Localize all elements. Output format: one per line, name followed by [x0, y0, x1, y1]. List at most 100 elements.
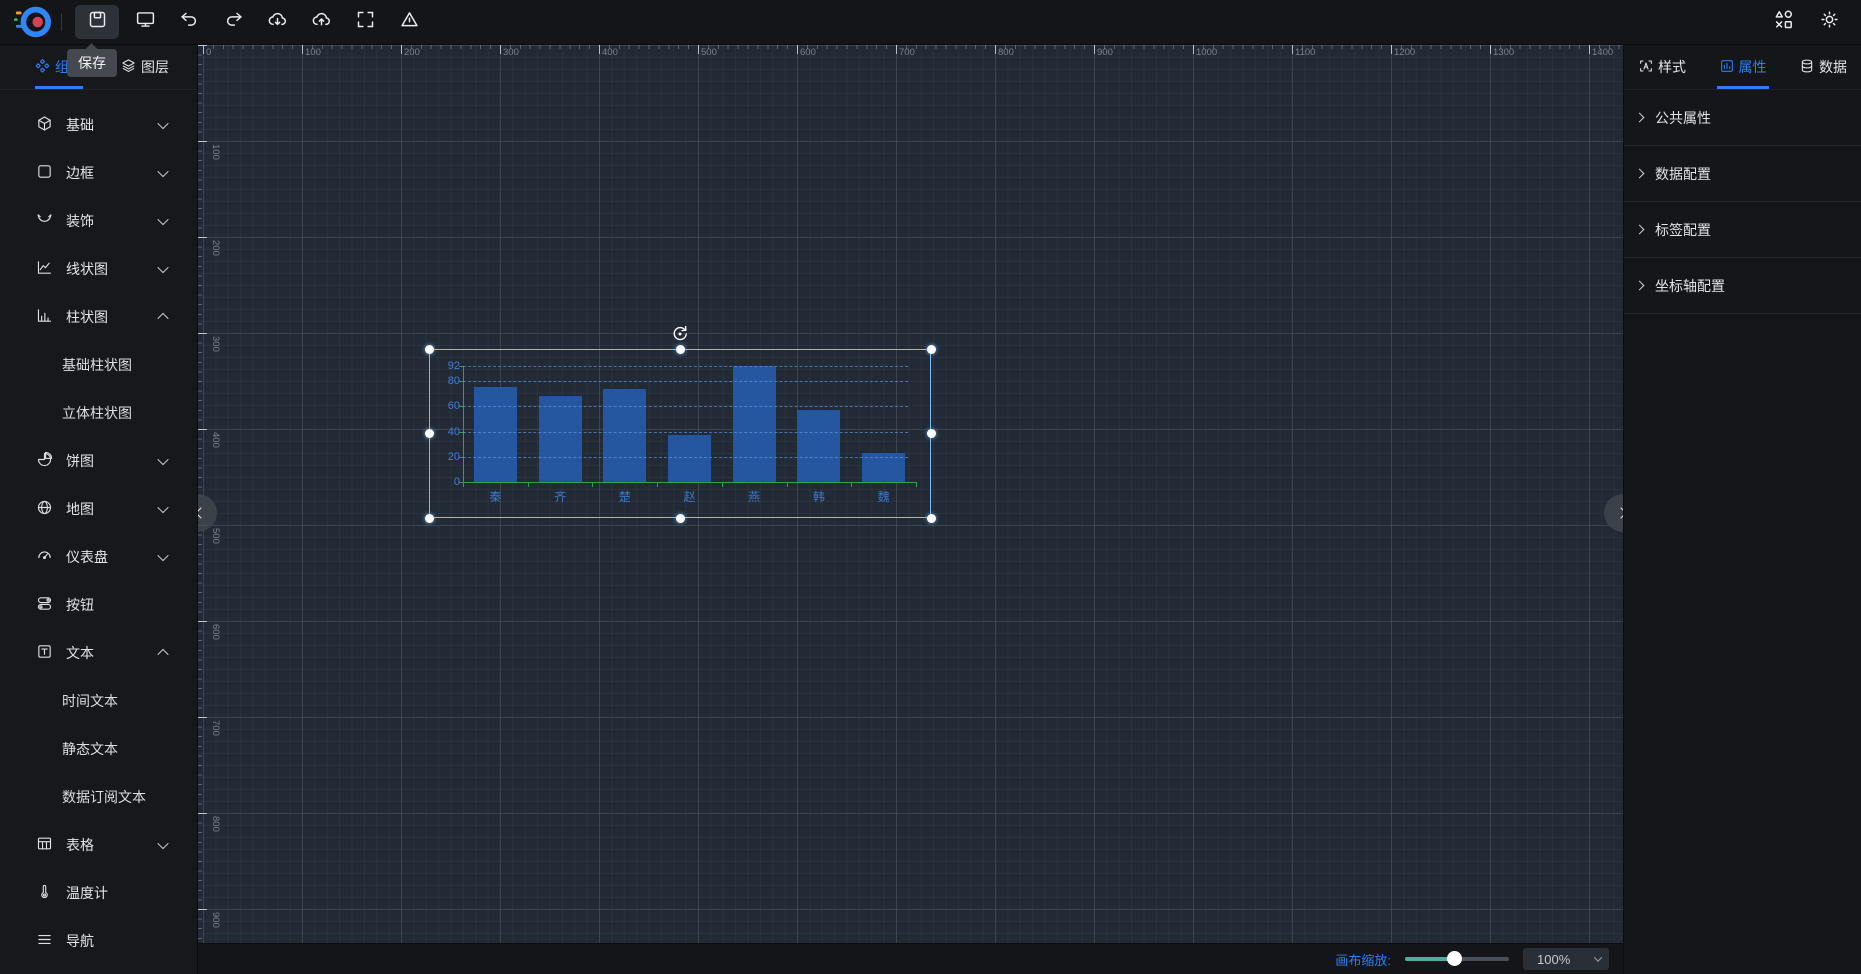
thermometer-icon: [36, 883, 53, 903]
sidebar-item-label: 装饰: [66, 211, 94, 231]
fullscreen-button[interactable]: [347, 5, 383, 39]
zoom-slider[interactable]: [1405, 952, 1509, 966]
theme-toggle-button[interactable]: [1811, 5, 1847, 39]
warning-button[interactable]: [391, 5, 427, 39]
chevron-down-icon: [157, 214, 168, 225]
save-button[interactable]: [75, 5, 119, 39]
tab-attributes[interactable]: 属性: [1719, 45, 1767, 89]
sidebar-item-label: 仪表盘: [66, 547, 108, 567]
tab-data[interactable]: 数据: [1799, 45, 1847, 89]
toolbar-right: [1765, 5, 1861, 39]
panel-section-label: 公共属性: [1655, 108, 1711, 128]
chevron-down-icon: [157, 502, 168, 513]
sidebar-item-label: 地图: [66, 499, 94, 519]
gauge-icon: [36, 547, 53, 567]
line-chart-icon: [36, 259, 53, 279]
sidebar-item-label: 温度计: [66, 883, 108, 903]
components-manage-button[interactable]: [1765, 5, 1801, 39]
sidebar-item-5[interactable]: 饼图: [0, 437, 197, 485]
tab-label: 样式: [1658, 57, 1686, 77]
selection-handle[interactable]: [425, 514, 434, 523]
sidebar-item-label: 按钮: [66, 595, 94, 615]
preview-button[interactable]: [127, 5, 163, 39]
sidebar-item-10[interactable]: 表格: [0, 821, 197, 869]
sidebar-item-3[interactable]: 线状图: [0, 245, 197, 293]
layers-icon: [121, 58, 136, 76]
panel-section-label: 数据配置: [1655, 164, 1711, 184]
alert-triangle-icon: [399, 9, 420, 35]
decoration-icon: [36, 211, 53, 231]
sidebar-subitem-9-0[interactable]: 时间文本: [0, 677, 197, 725]
chevron-down-icon: [157, 262, 168, 273]
canvas-zoom-label: 画布缩放:: [1335, 950, 1391, 969]
sidebar-tab-layers[interactable]: 图层: [121, 45, 169, 89]
sidebar-item-11[interactable]: 温度计: [0, 869, 197, 917]
app-window: 保存 组件 图层 基础边框装饰线状图柱状图基础柱状图立体柱状图饼图地图仪表盘按钮…: [0, 0, 1861, 974]
import-button[interactable]: [259, 5, 295, 39]
map-icon: [36, 499, 53, 519]
canvas-footer: 画布缩放: 100%: [198, 943, 1623, 974]
zoom-slider-thumb[interactable]: [1447, 951, 1462, 966]
zoom-percent-value: 100%: [1537, 952, 1570, 967]
panel-section-2[interactable]: 标签配置: [1624, 202, 1861, 258]
selection-handle[interactable]: [927, 345, 936, 354]
panel-section-1[interactable]: 数据配置: [1624, 146, 1861, 202]
attribute-tab-icon: [1719, 58, 1735, 77]
sidebar-item-0[interactable]: 基础: [0, 101, 197, 149]
table-icon: [36, 835, 53, 855]
chevron-left-icon: [198, 507, 207, 518]
panel-section-list: 公共属性数据配置标签配置坐标轴配置: [1624, 90, 1861, 314]
sidebar-item-label: 边框: [66, 163, 94, 183]
selection-handle[interactable]: [676, 345, 685, 354]
panel-section-0[interactable]: 公共属性: [1624, 90, 1861, 146]
sidebar-item-label: 线状图: [66, 259, 108, 279]
tab-style[interactable]: 样式: [1638, 45, 1686, 89]
undo-button[interactable]: [171, 5, 207, 39]
chevron-right-icon: [1635, 113, 1645, 123]
components-icon: [35, 58, 50, 76]
button-icon: [36, 595, 53, 615]
selection-handle[interactable]: [676, 514, 685, 523]
sidebar-subitem-4-0[interactable]: 基础柱状图: [0, 341, 197, 389]
chevron-right-icon: [1615, 507, 1623, 518]
sidebar-tab-label: 图层: [141, 57, 169, 77]
selection-handle[interactable]: [425, 345, 434, 354]
sidebar-item-label: 导航: [66, 931, 94, 951]
sidebar-item-1[interactable]: 边框: [0, 149, 197, 197]
chevron-down-icon: [157, 166, 168, 177]
sidebar-item-2[interactable]: 装饰: [0, 197, 197, 245]
export-button[interactable]: [303, 5, 339, 39]
cloud-upload-icon: [311, 9, 332, 35]
sidebar-subitem-9-1[interactable]: 静态文本: [0, 725, 197, 773]
sidebar-item-list: 基础边框装饰线状图柱状图基础柱状图立体柱状图饼图地图仪表盘按钮文本时间文本静态文…: [0, 90, 197, 965]
preview-monitor-icon: [135, 9, 156, 35]
sidebar-item-8[interactable]: 按钮: [0, 581, 197, 629]
chevron-right-icon: [1635, 225, 1645, 235]
save-tooltip: 保存: [67, 49, 117, 77]
sidebar-item-12[interactable]: 导航: [0, 917, 197, 965]
pie-chart-icon: [36, 451, 53, 471]
sidebar-item-9[interactable]: 文本: [0, 629, 197, 677]
selection-handle[interactable]: [425, 429, 434, 438]
chevron-down-icon: [157, 454, 168, 465]
sidebar-item-7[interactable]: 仪表盘: [0, 533, 197, 581]
sidebar-item-4[interactable]: 柱状图: [0, 293, 197, 341]
panel-section-3[interactable]: 坐标轴配置: [1624, 258, 1861, 314]
panel-section-label: 标签配置: [1655, 220, 1711, 240]
canvas-area: 0100200300400500600700800900100011001200…: [198, 45, 1623, 943]
rotate-handle-icon[interactable]: [670, 324, 690, 344]
redo-icon: [223, 9, 244, 35]
sidebar-item-label: 表格: [66, 835, 94, 855]
selection-box[interactable]: [429, 349, 931, 518]
panel-tabs: 样式 属性 数据: [1624, 45, 1861, 90]
chevron-down-icon: [157, 838, 168, 849]
right-panel: 样式 属性 数据 公共属性数据配置标签配置坐标轴配置: [1623, 45, 1861, 974]
sidebar-subitem-4-1[interactable]: 立体柱状图: [0, 389, 197, 437]
redo-button[interactable]: [215, 5, 251, 39]
selection-handle[interactable]: [927, 429, 936, 438]
sidebar-item-6[interactable]: 地图: [0, 485, 197, 533]
selection-handle[interactable]: [927, 514, 936, 523]
basic-icon: [36, 115, 53, 135]
sidebar-subitem-9-2[interactable]: 数据订阅文本: [0, 773, 197, 821]
zoom-percent-select[interactable]: 100%: [1523, 948, 1609, 970]
